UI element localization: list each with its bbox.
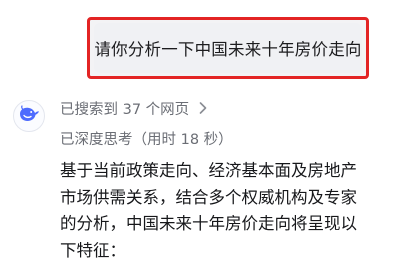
assistant-avatar: [13, 100, 45, 132]
whale-logo-icon: [18, 105, 40, 127]
search-status-text: 已搜索到 37 个网页: [60, 102, 190, 118]
thinking-status-text: 已深度思考（用时 18 秒）: [60, 132, 233, 148]
answer-line: 的分析，中国未来十年房价走向将呈现以: [60, 214, 357, 233]
deep-thinking-toggle[interactable]: 已深度思考（用时 18 秒）: [60, 128, 233, 149]
chevron-right-icon: [199, 100, 207, 118]
user-message-highlight: 请你分析一下中国未来十年房价走向: [87, 17, 369, 79]
user-message-text: 请你分析一下中国未来十年房价走向: [94, 40, 362, 59]
answer-line: 基于当前政策走向、经济基本面及房地产: [60, 161, 357, 180]
search-results-toggle[interactable]: 已搜索到 37 个网页: [60, 98, 207, 119]
user-message-bubble: 请你分析一下中国未来十年房价走向: [94, 23, 362, 73]
answer-line: 市场供需关系，结合多个权威机构及专家: [60, 187, 357, 207]
answer-line: 下特征：: [60, 240, 126, 260]
assistant-answer: 基于当前政策走向、经济基本面及房地产 市场供需关系，结合多个权威机构及专家 的分…: [60, 158, 390, 264]
